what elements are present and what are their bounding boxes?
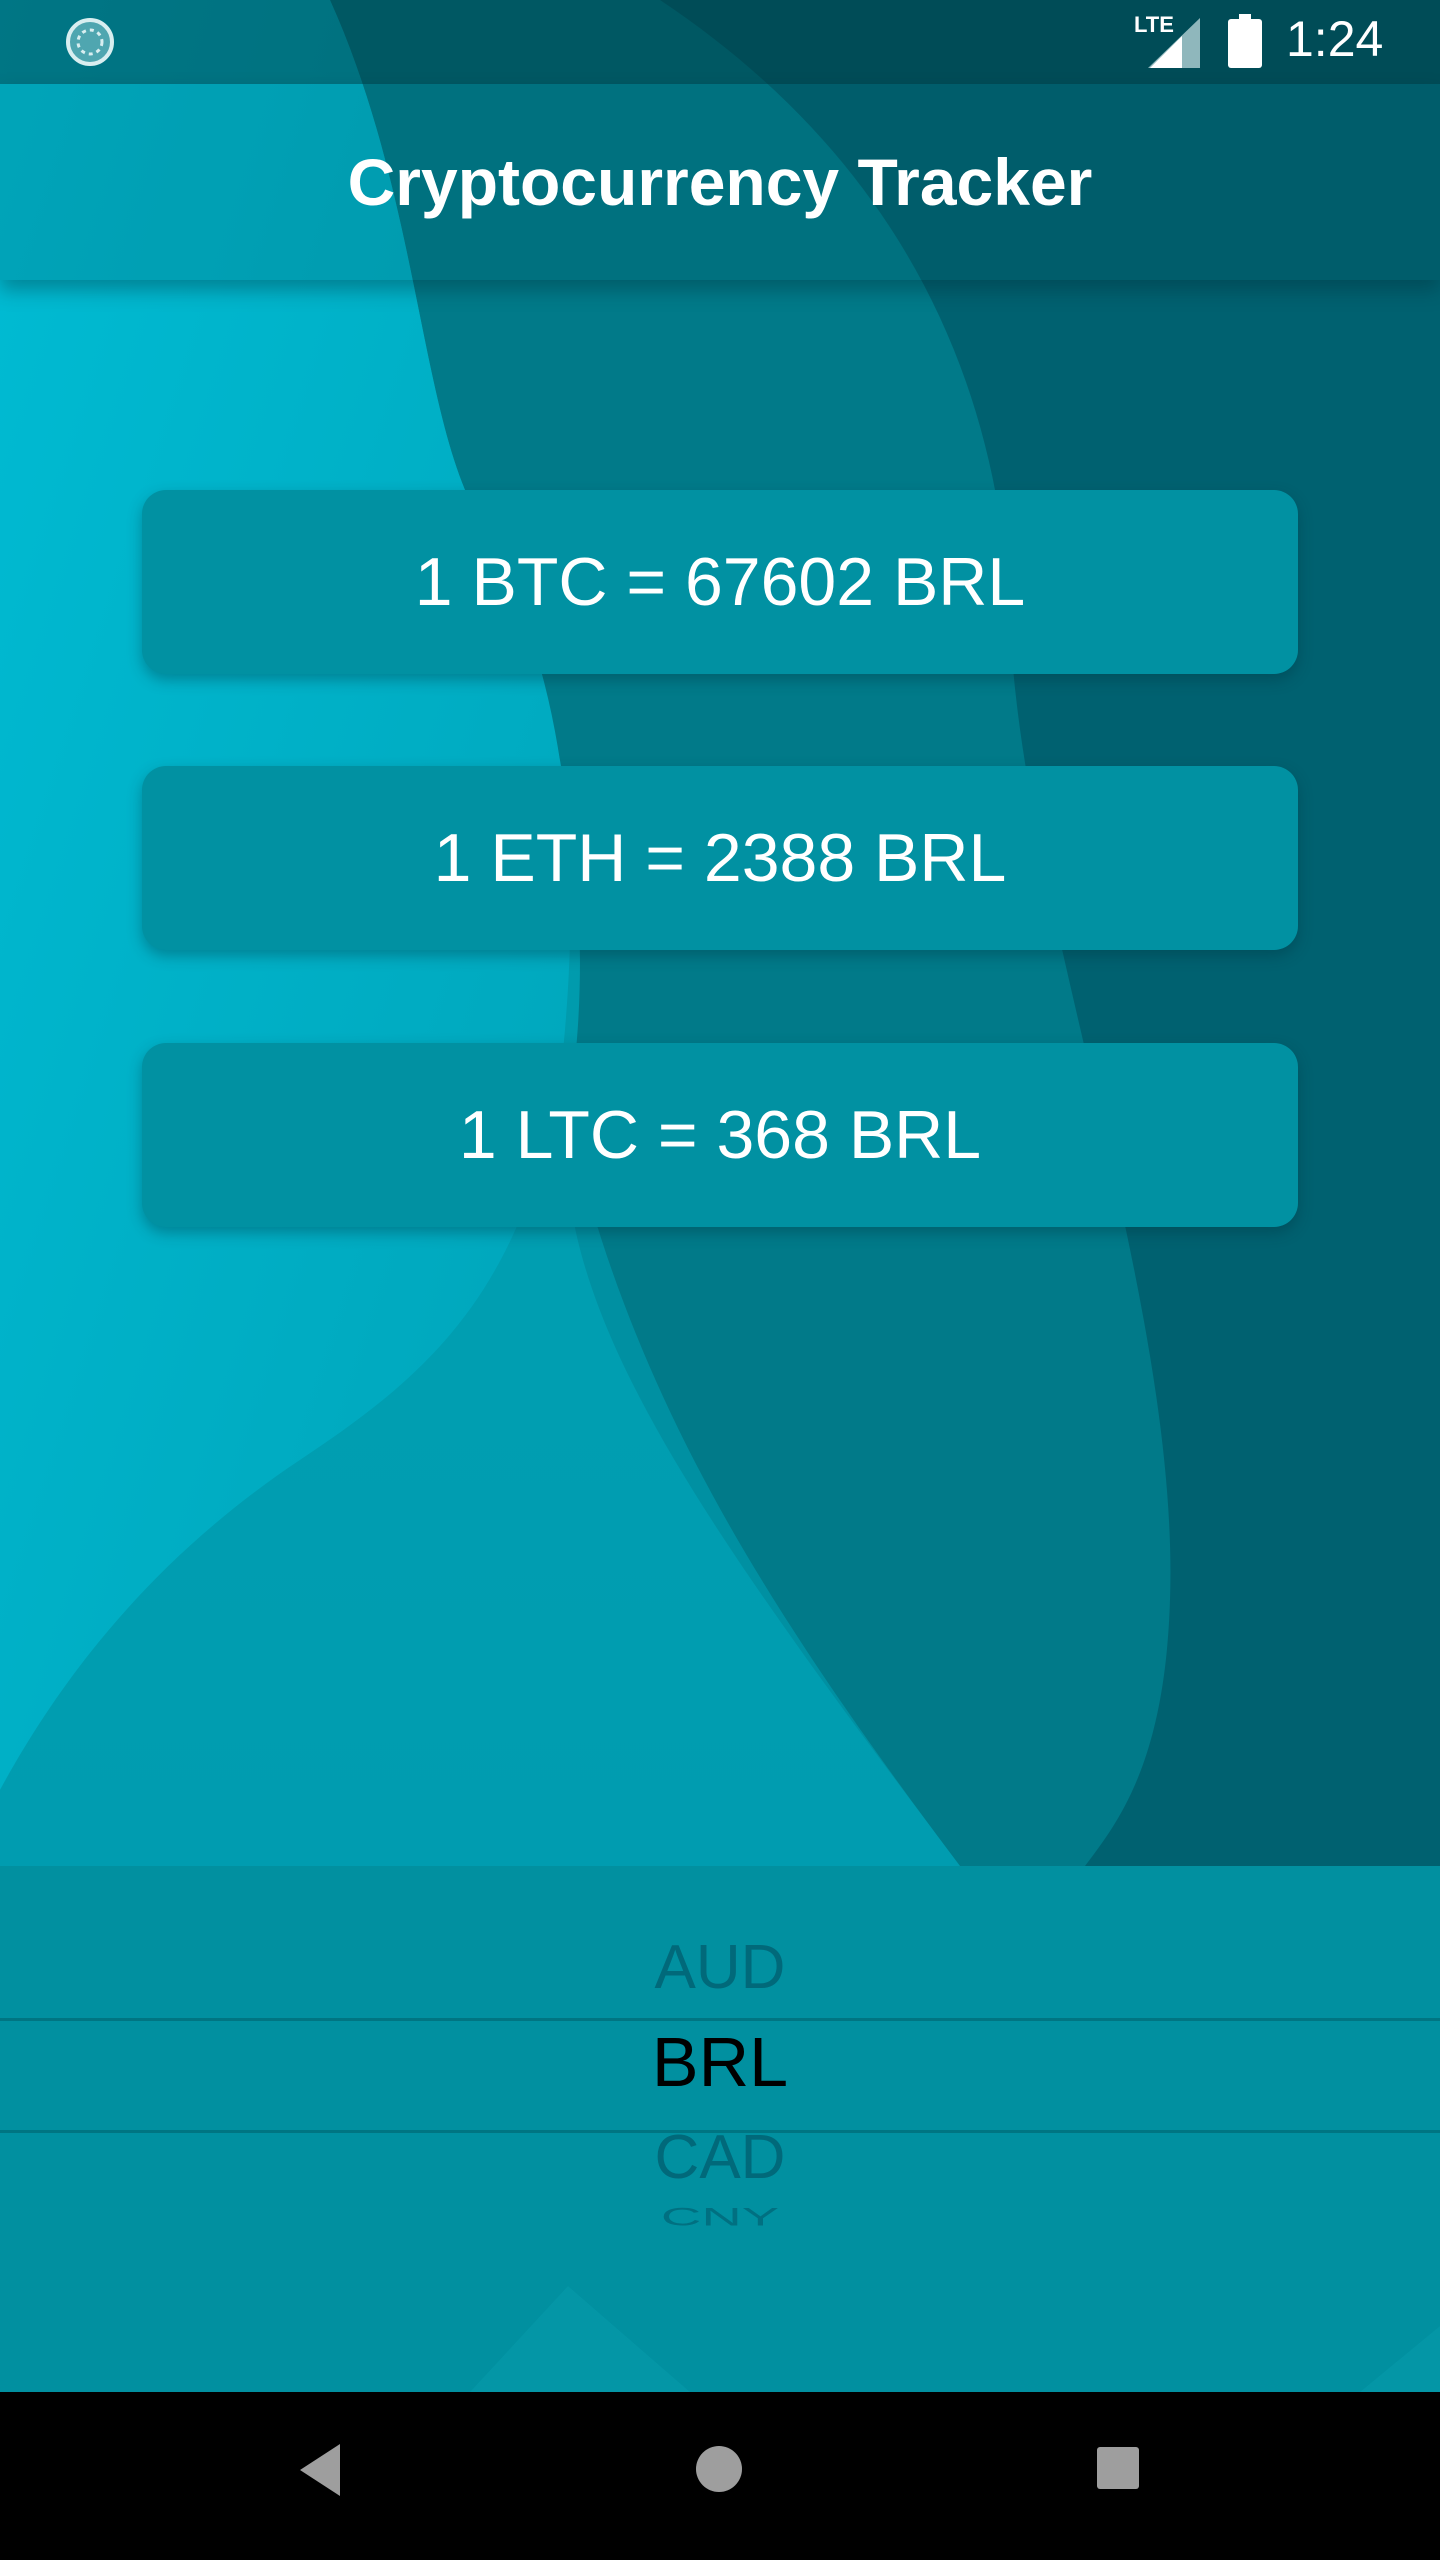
navigation-bar: [0, 2392, 1440, 2560]
battery-icon: [1228, 14, 1262, 68]
back-triangle-icon[interactable]: [296, 2442, 344, 2498]
ltc-rate-card[interactable]: 1 LTC = 368 BRL: [142, 1043, 1298, 1227]
ltc-rate-label: 1 LTC = 368 BRL: [458, 1097, 982, 1173]
picker-divider-top: [0, 2018, 1440, 2021]
signal-icon: [1148, 18, 1200, 68]
picker-option-cny[interactable]: CNY: [0, 2202, 1440, 2231]
eth-rate-label: 1 ETH = 2388 BRL: [433, 820, 1007, 896]
eth-rate-card[interactable]: 1 ETH = 2388 BRL: [142, 766, 1298, 950]
status-bar: LTE 1:24: [0, 0, 1440, 84]
loading-circle-icon: [66, 18, 114, 66]
btc-rate-card[interactable]: 1 BTC = 67602 BRL: [142, 490, 1298, 674]
btc-rate-label: 1 BTC = 67602 BRL: [414, 544, 1026, 620]
status-time: 1:24: [1286, 11, 1384, 67]
picker-option-aud[interactable]: AUD: [0, 1932, 1440, 2003]
currency-picker[interactable]: AUD BRL CAD CNY: [0, 1866, 1440, 2392]
picker-option-cad[interactable]: CAD: [0, 2122, 1440, 2193]
page-title: Cryptocurrency Tracker: [347, 145, 1093, 219]
app-bar: Cryptocurrency Tracker: [0, 84, 1440, 280]
picker-option-brl-selected[interactable]: BRL: [0, 2022, 1440, 2102]
recents-square-icon[interactable]: [1096, 2446, 1140, 2490]
app-screen: LTE 1:24 Cryptocurrency Tracker 1 BTC = …: [0, 0, 1440, 2560]
home-circle-icon[interactable]: [694, 2444, 744, 2494]
